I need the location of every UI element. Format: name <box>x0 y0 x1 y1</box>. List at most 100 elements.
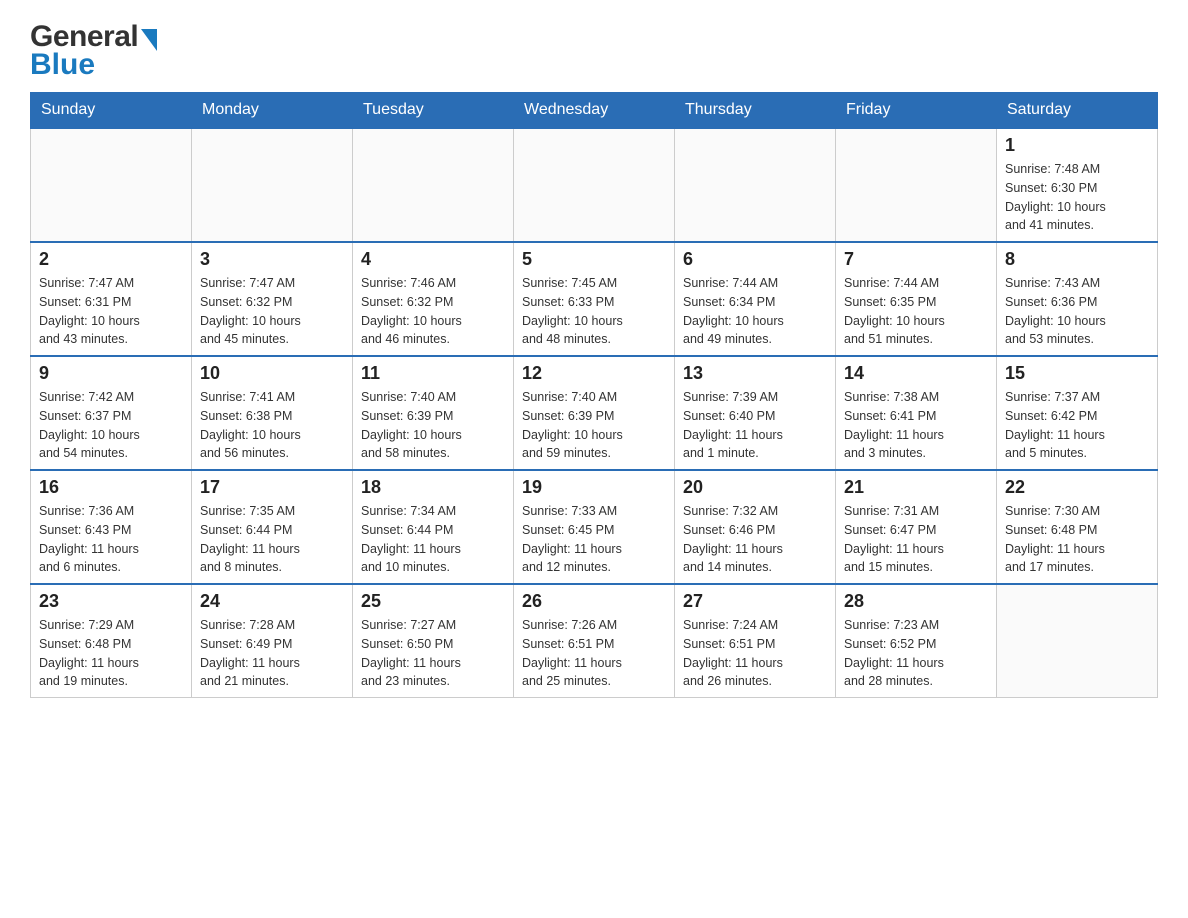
day-info: Sunrise: 7:23 AM Sunset: 6:52 PM Dayligh… <box>844 616 988 691</box>
logo: General Blue <box>30 20 157 82</box>
day-info: Sunrise: 7:26 AM Sunset: 6:51 PM Dayligh… <box>522 616 666 691</box>
calendar-cell: 19 Sunrise: 7:33 AM Sunset: 6:45 PM Dayli… <box>514 470 675 584</box>
day-info: Sunrise: 7:35 AM Sunset: 6:44 PM Dayligh… <box>200 502 344 577</box>
calendar-cell: 23Sunrise: 7:29 AM Sunset: 6:48 PM Dayli… <box>31 584 192 698</box>
day-info: Sunrise: 7:24 AM Sunset: 6:51 PM Dayligh… <box>683 616 827 691</box>
day-info: Sunrise: 7:34 AM Sunset: 6:44 PM Dayligh… <box>361 502 505 577</box>
calendar-cell: 21 Sunrise: 7:31 AM Sunset: 6:47 PM Dayli… <box>836 470 997 584</box>
day-number: 12 <box>522 363 666 384</box>
weekday-header-friday: Friday <box>836 93 997 129</box>
week-row-2: 2Sunrise: 7:47 AM Sunset: 6:31 PM Daylig… <box>31 242 1158 356</box>
calendar-cell: 18 Sunrise: 7:34 AM Sunset: 6:44 PM Dayli… <box>353 470 514 584</box>
day-number: 25 <box>361 591 505 612</box>
day-number: 27 <box>683 591 827 612</box>
calendar-cell: 5 Sunrise: 7:45 AM Sunset: 6:33 PM Daylig… <box>514 242 675 356</box>
day-info: Sunrise: 7:40 AM Sunset: 6:39 PM Dayligh… <box>522 388 666 463</box>
day-number: 20 <box>683 477 827 498</box>
day-info: Sunrise: 7:28 AM Sunset: 6:49 PM Dayligh… <box>200 616 344 691</box>
calendar-cell: 11 Sunrise: 7:40 AM Sunset: 6:39 PM Dayli… <box>353 356 514 470</box>
day-info: Sunrise: 7:30 AM Sunset: 6:48 PM Dayligh… <box>1005 502 1149 577</box>
day-info: Sunrise: 7:41 AM Sunset: 6:38 PM Dayligh… <box>200 388 344 463</box>
calendar-cell <box>31 128 192 242</box>
day-info: Sunrise: 7:46 AM Sunset: 6:32 PM Dayligh… <box>361 274 505 349</box>
day-number: 7 <box>844 249 988 270</box>
calendar-cell: 9 Sunrise: 7:42 AM Sunset: 6:37 PM Daylig… <box>31 356 192 470</box>
day-info: Sunrise: 7:48 AM Sunset: 6:30 PM Dayligh… <box>1005 160 1149 235</box>
page-header: General Blue <box>30 20 1158 82</box>
week-row-4: 16 Sunrise: 7:36 AM Sunset: 6:43 PM Dayli… <box>31 470 1158 584</box>
calendar-cell <box>353 128 514 242</box>
day-number: 4 <box>361 249 505 270</box>
day-number: 19 <box>522 477 666 498</box>
calendar-cell: 17 Sunrise: 7:35 AM Sunset: 6:44 PM Dayli… <box>192 470 353 584</box>
day-info: Sunrise: 7:39 AM Sunset: 6:40 PM Dayligh… <box>683 388 827 463</box>
day-info: Sunrise: 7:42 AM Sunset: 6:37 PM Dayligh… <box>39 388 183 463</box>
day-number: 9 <box>39 363 183 384</box>
weekday-header-monday: Monday <box>192 93 353 129</box>
day-info: Sunrise: 7:27 AM Sunset: 6:50 PM Dayligh… <box>361 616 505 691</box>
calendar-cell: 15 Sunrise: 7:37 AM Sunset: 6:42 PM Dayli… <box>997 356 1158 470</box>
day-info: Sunrise: 7:45 AM Sunset: 6:33 PM Dayligh… <box>522 274 666 349</box>
day-number: 21 <box>844 477 988 498</box>
day-info: Sunrise: 7:31 AM Sunset: 6:47 PM Dayligh… <box>844 502 988 577</box>
calendar-cell: 13 Sunrise: 7:39 AM Sunset: 6:40 PM Dayli… <box>675 356 836 470</box>
calendar-cell: 4 Sunrise: 7:46 AM Sunset: 6:32 PM Daylig… <box>353 242 514 356</box>
day-number: 13 <box>683 363 827 384</box>
calendar-cell <box>192 128 353 242</box>
calendar-cell: 25 Sunrise: 7:27 AM Sunset: 6:50 PM Dayli… <box>353 584 514 698</box>
calendar-cell <box>675 128 836 242</box>
day-number: 16 <box>39 477 183 498</box>
calendar-cell: 2Sunrise: 7:47 AM Sunset: 6:31 PM Daylig… <box>31 242 192 356</box>
day-number: 28 <box>844 591 988 612</box>
week-row-5: 23Sunrise: 7:29 AM Sunset: 6:48 PM Dayli… <box>31 584 1158 698</box>
calendar-cell: 24Sunrise: 7:28 AM Sunset: 6:49 PM Dayli… <box>192 584 353 698</box>
day-info: Sunrise: 7:47 AM Sunset: 6:32 PM Dayligh… <box>200 274 344 349</box>
day-number: 8 <box>1005 249 1149 270</box>
day-info: Sunrise: 7:33 AM Sunset: 6:45 PM Dayligh… <box>522 502 666 577</box>
day-number: 15 <box>1005 363 1149 384</box>
day-info: Sunrise: 7:44 AM Sunset: 6:35 PM Dayligh… <box>844 274 988 349</box>
week-row-3: 9 Sunrise: 7:42 AM Sunset: 6:37 PM Daylig… <box>31 356 1158 470</box>
calendar-cell: 28 Sunrise: 7:23 AM Sunset: 6:52 PM Dayli… <box>836 584 997 698</box>
weekday-header-tuesday: Tuesday <box>353 93 514 129</box>
week-row-1: 1 Sunrise: 7:48 AM Sunset: 6:30 PM Daylig… <box>31 128 1158 242</box>
day-number: 17 <box>200 477 344 498</box>
calendar-cell: 1 Sunrise: 7:48 AM Sunset: 6:30 PM Daylig… <box>997 128 1158 242</box>
calendar-cell: 14 Sunrise: 7:38 AM Sunset: 6:41 PM Dayli… <box>836 356 997 470</box>
calendar-cell: 10 Sunrise: 7:41 AM Sunset: 6:38 PM Dayli… <box>192 356 353 470</box>
calendar-cell <box>514 128 675 242</box>
calendar-table: SundayMondayTuesdayWednesdayThursdayFrid… <box>30 92 1158 698</box>
day-number: 5 <box>522 249 666 270</box>
day-info: Sunrise: 7:43 AM Sunset: 6:36 PM Dayligh… <box>1005 274 1149 349</box>
calendar-cell: 22 Sunrise: 7:30 AM Sunset: 6:48 PM Dayli… <box>997 470 1158 584</box>
calendar-cell <box>836 128 997 242</box>
day-info: Sunrise: 7:29 AM Sunset: 6:48 PM Dayligh… <box>39 616 183 691</box>
day-info: Sunrise: 7:32 AM Sunset: 6:46 PM Dayligh… <box>683 502 827 577</box>
calendar-cell: 27 Sunrise: 7:24 AM Sunset: 6:51 PM Dayli… <box>675 584 836 698</box>
weekday-header-wednesday: Wednesday <box>514 93 675 129</box>
day-number: 22 <box>1005 477 1149 498</box>
day-info: Sunrise: 7:36 AM Sunset: 6:43 PM Dayligh… <box>39 502 183 577</box>
day-number: 3 <box>200 249 344 270</box>
day-number: 11 <box>361 363 505 384</box>
day-number: 14 <box>844 363 988 384</box>
day-info: Sunrise: 7:44 AM Sunset: 6:34 PM Dayligh… <box>683 274 827 349</box>
weekday-header-row: SundayMondayTuesdayWednesdayThursdayFrid… <box>31 93 1158 129</box>
day-info: Sunrise: 7:47 AM Sunset: 6:31 PM Dayligh… <box>39 274 183 349</box>
day-info: Sunrise: 7:38 AM Sunset: 6:41 PM Dayligh… <box>844 388 988 463</box>
day-info: Sunrise: 7:37 AM Sunset: 6:42 PM Dayligh… <box>1005 388 1149 463</box>
logo-triangle-icon <box>141 29 157 51</box>
day-number: 18 <box>361 477 505 498</box>
calendar-cell: 7 Sunrise: 7:44 AM Sunset: 6:35 PM Daylig… <box>836 242 997 356</box>
calendar-cell <box>997 584 1158 698</box>
day-number: 1 <box>1005 135 1149 156</box>
calendar-cell: 3 Sunrise: 7:47 AM Sunset: 6:32 PM Daylig… <box>192 242 353 356</box>
calendar-cell: 26 Sunrise: 7:26 AM Sunset: 6:51 PM Dayli… <box>514 584 675 698</box>
weekday-header-sunday: Sunday <box>31 93 192 129</box>
day-number: 26 <box>522 591 666 612</box>
day-info: Sunrise: 7:40 AM Sunset: 6:39 PM Dayligh… <box>361 388 505 463</box>
weekday-header-saturday: Saturday <box>997 93 1158 129</box>
calendar-cell: 12 Sunrise: 7:40 AM Sunset: 6:39 PM Dayli… <box>514 356 675 470</box>
calendar-cell: 8 Sunrise: 7:43 AM Sunset: 6:36 PM Daylig… <box>997 242 1158 356</box>
day-number: 10 <box>200 363 344 384</box>
